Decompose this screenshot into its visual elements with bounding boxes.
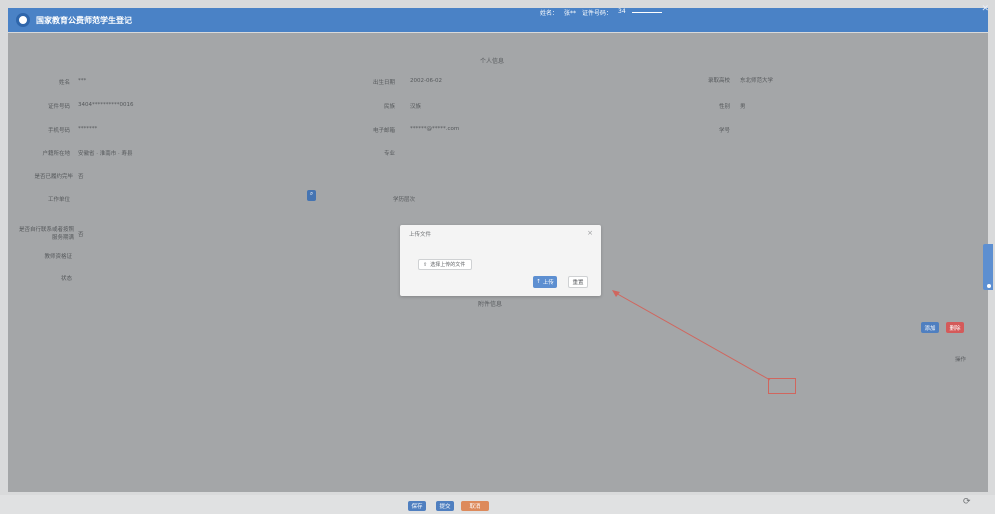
fulfilled-label: 是否已履约完毕 — [34, 174, 73, 180]
select-file-button[interactable]: ⇪ 选择上传的文件 — [418, 259, 472, 270]
email-label: 电子邮箱 — [372, 128, 395, 134]
add-button[interactable]: 添加 — [921, 322, 939, 333]
footer-right-text: ⟳ — [963, 497, 971, 507]
major-label: 专业 — [383, 151, 395, 157]
upload-icon: ↑ — [536, 279, 541, 285]
school-label: 录取高校 — [707, 78, 730, 84]
upload-file-dialog: 上传文件 × ⇪ 选择上传的文件 ↑ 上传 重置 — [400, 225, 601, 296]
app-logo-icon — [16, 13, 30, 27]
user-info: 姓名： 张** 证件号码： 34 — [540, 8, 662, 17]
user-name: 张** — [564, 10, 577, 17]
work-unit-label: 工作单位 — [47, 197, 70, 203]
refresh-icon[interactable]: ⟳ — [963, 497, 971, 507]
education-label: 学历层次 — [392, 197, 415, 203]
gender-value[interactable]: 男 — [740, 102, 746, 110]
app-header: 国家教育公费师范学生登记 — [8, 8, 988, 32]
id-number-label: 证件号码 — [47, 104, 70, 110]
cert-label: 教师资格证 — [44, 254, 72, 260]
table-header-actions: 操作 — [955, 357, 967, 363]
address-value[interactable]: 安徽省 · 淮南市 · 寿县 — [78, 149, 133, 157]
upload-button[interactable]: ↑ 上传 — [533, 276, 557, 288]
save-button[interactable]: 保存 — [408, 501, 426, 511]
section-title-attachments: 附件信息 — [478, 301, 503, 308]
section-title-personal: 个人信息 — [480, 58, 505, 65]
name-value[interactable]: *** — [78, 78, 86, 84]
phone-value[interactable]: ******* — [78, 126, 97, 132]
id-underline — [631, 8, 662, 13]
select-file-label: 选择上传的文件 — [430, 262, 466, 268]
phone-label: 手机号码 — [47, 128, 70, 134]
upload-label: 上传 — [542, 280, 554, 286]
dialog-close-icon[interactable]: × — [587, 229, 593, 237]
ethnic-label: 民族 — [383, 104, 395, 110]
gender-label: 性别 — [718, 104, 730, 110]
address-label: 户籍所在地 — [42, 151, 70, 157]
annotation-box — [768, 378, 796, 394]
fulfilled-value[interactable]: 否 — [78, 172, 84, 180]
birth-value[interactable]: 2002-06-02 — [410, 78, 442, 84]
ethnic-value[interactable]: 汉族 — [410, 102, 421, 110]
dialog-title: 上传文件 — [409, 232, 432, 238]
birth-label: 出生日期 — [372, 80, 395, 86]
work-unit-select-button[interactable]: ⌕ — [307, 190, 316, 201]
id-number-value[interactable]: 3404**********0016 — [78, 102, 134, 108]
id-value: 34 — [618, 8, 626, 15]
email-value[interactable]: ******@*****.com — [410, 126, 459, 132]
delete-button[interactable]: 删除 — [946, 322, 964, 333]
search-icon: ⌕ — [309, 190, 314, 197]
upload-icon: ⇪ — [423, 261, 428, 268]
question-label: 是否自行联系或者按照服务期满 — [18, 227, 74, 241]
cancel-button[interactable]: 取消 — [461, 501, 489, 511]
user-name-label: 姓名： — [540, 10, 559, 17]
close-icon[interactable]: ✕ — [981, 4, 989, 14]
student-label: 学号 — [718, 128, 730, 134]
reset-button[interactable]: 重置 — [568, 276, 588, 288]
status-label: 状态 — [60, 276, 72, 282]
side-tab-icon — [987, 284, 991, 288]
school-value[interactable]: 东北师范大学 — [740, 76, 773, 84]
name-label: 姓名 — [58, 80, 70, 86]
question-value[interactable]: 否 — [78, 230, 84, 238]
id-label: 证件号码： — [582, 10, 613, 17]
footer-bar — [0, 495, 995, 514]
submit-button[interactable]: 提交 — [436, 501, 454, 511]
app-title: 国家教育公费师范学生登记 — [36, 15, 132, 25]
